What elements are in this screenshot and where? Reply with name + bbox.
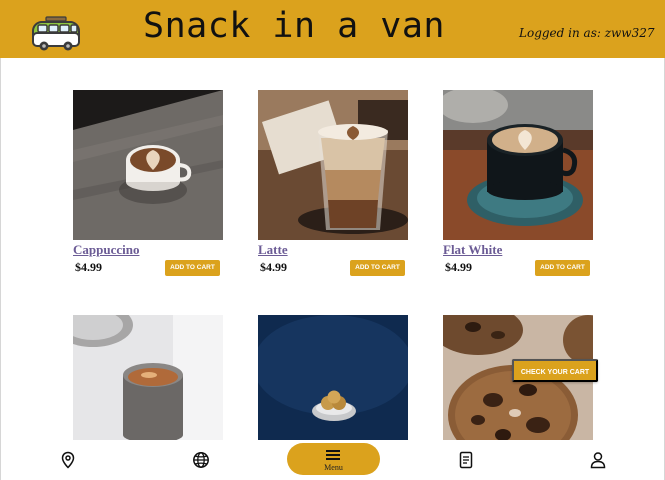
product-card-tea: [73, 315, 223, 440]
menu-label: Menu: [324, 463, 343, 472]
header-bar: Snack in a van Logged in as: zww327: [0, 0, 665, 58]
product-card-cappuccino: Cappuccino $4.99 ADD TO CART: [73, 90, 223, 276]
globe-icon[interactable]: [192, 451, 210, 469]
app-title: Snack in a van: [143, 6, 446, 46]
product-name-link[interactable]: Latte: [258, 242, 408, 258]
receipt-icon[interactable]: [457, 451, 475, 469]
add-to-cart-button[interactable]: ADD TO CART: [535, 260, 590, 276]
product-card-latte: Latte $4.99 ADD TO CART: [258, 90, 408, 276]
bottom-nav: Menu: [1, 440, 664, 480]
menu-button[interactable]: Menu: [287, 443, 380, 475]
product-image[interactable]: [258, 90, 408, 240]
add-to-cart-button[interactable]: ADD TO CART: [165, 260, 220, 276]
product-card-flat-white: Flat White $4.99 ADD TO CART: [443, 90, 593, 276]
product-image[interactable]: [73, 315, 223, 440]
product-image[interactable]: [73, 90, 223, 240]
product-price: $4.99: [260, 260, 287, 274]
product-image[interactable]: [258, 315, 408, 440]
product-name-link[interactable]: Flat White: [443, 242, 593, 258]
van-logo-icon: [32, 16, 80, 51]
add-to-cart-button[interactable]: ADD TO CART: [350, 260, 405, 276]
product-price: $4.99: [75, 260, 102, 274]
product-image[interactable]: [443, 90, 593, 240]
logged-in-user: Logged in as: zww327: [519, 26, 655, 40]
product-price: $4.99: [445, 260, 472, 274]
menu-icon: [326, 450, 340, 462]
user-icon[interactable]: [589, 451, 607, 469]
product-name-link[interactable]: Cappuccino: [73, 242, 223, 258]
check-cart-button[interactable]: CHECK YOUR CART: [512, 359, 598, 382]
location-pin-icon[interactable]: [59, 451, 77, 469]
product-card-biscuits: [258, 315, 408, 440]
